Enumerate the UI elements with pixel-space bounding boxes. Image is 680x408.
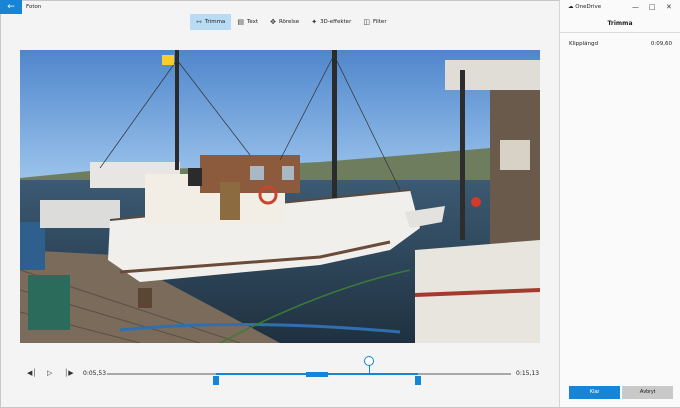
maximize-icon: □: [649, 3, 656, 11]
clip-length-value: 0:09,60: [650, 41, 672, 47]
next-frame-button[interactable]: │▶: [64, 369, 74, 377]
harbor-boat-image: [20, 50, 540, 343]
3d-effects-icon: ✦: [311, 18, 318, 26]
trim-panel: ☁ OneDrive — □ ✕ Trimma Klipplängd 0:09,…: [559, 0, 680, 407]
tab-trim[interactable]: ⇿ Trimma: [190, 14, 232, 30]
trim-icon: ⇿: [196, 18, 202, 26]
tab-3d-effects[interactable]: ✦ 3D-effekter: [305, 14, 357, 30]
tab-filter-label: Filter: [372, 19, 387, 25]
maximize-button[interactable]: □: [649, 0, 656, 14]
tab-3d-effects-label: 3D-effekter: [320, 19, 352, 25]
window-title: ☁ OneDrive: [568, 0, 601, 14]
previous-frame-button[interactable]: ◀│: [27, 369, 37, 377]
close-icon: ✕: [666, 3, 672, 11]
video-preview[interactable]: [20, 50, 540, 343]
end-time: 0:15,13: [516, 370, 540, 377]
minimize-icon: —: [632, 3, 639, 11]
filter-icon: ◫: [363, 18, 370, 26]
trim-end-handle[interactable]: [415, 376, 421, 385]
clip-length-label: Klipplängd: [569, 41, 599, 47]
close-button[interactable]: ✕: [666, 0, 672, 14]
window-title-text: OneDrive: [575, 4, 602, 10]
minimize-button[interactable]: —: [632, 0, 639, 14]
trim-drag-grip[interactable]: [306, 371, 328, 377]
onedrive-icon: ☁: [568, 4, 574, 10]
arrow-left-icon: ←: [7, 2, 15, 12]
panel-heading: Trimma: [607, 20, 633, 27]
edit-toolbar: ⇿ Trimma ▤ Text ✥ Rörelse ✦ 3D-effekter …: [190, 14, 393, 30]
play-icon: ▷: [47, 369, 53, 377]
playhead-handle[interactable]: [364, 356, 374, 366]
text-icon: ▤: [237, 18, 244, 26]
tab-motion[interactable]: ✥ Rörelse: [264, 14, 305, 30]
tab-motion-label: Rörelse: [278, 19, 300, 25]
previous-frame-icon: ◀│: [27, 369, 37, 377]
play-button[interactable]: ▷: [47, 369, 52, 377]
trim-start-handle[interactable]: [213, 376, 219, 385]
done-button[interactable]: Klar: [569, 386, 620, 399]
tab-trim-label: Trimma: [204, 19, 226, 25]
divider: [560, 32, 680, 33]
next-frame-icon: │▶: [64, 369, 74, 377]
cancel-button[interactable]: Avbryt: [622, 386, 673, 399]
back-button[interactable]: ←: [0, 0, 22, 14]
tab-text-label: Text: [246, 19, 259, 25]
motion-icon: ✥: [270, 18, 276, 26]
tab-filter[interactable]: ◫ Filter: [357, 14, 392, 30]
app-title: Foton: [26, 4, 42, 10]
tab-text[interactable]: ▤ Text: [231, 14, 264, 30]
start-time: 0:05,53: [83, 370, 107, 377]
